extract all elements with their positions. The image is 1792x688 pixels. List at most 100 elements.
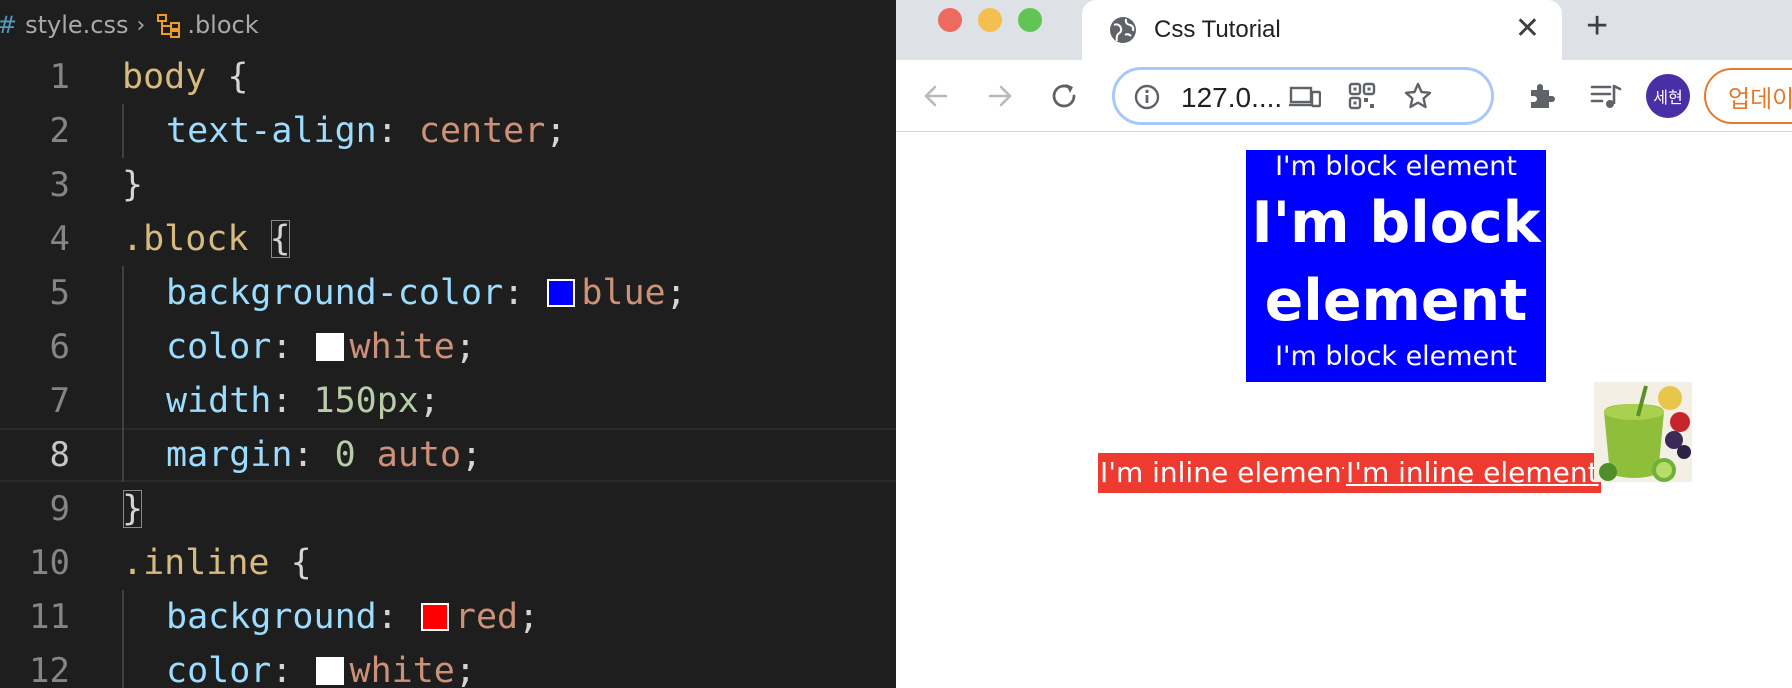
line-content[interactable]: .block { — [122, 219, 291, 259]
line-content[interactable]: text-align: center; — [122, 104, 566, 158]
line-content[interactable]: width: 150px; — [122, 374, 440, 428]
css-file-icon: # — [0, 11, 17, 39]
color-swatch[interactable] — [547, 279, 576, 307]
extensions-puzzle-icon[interactable] — [1524, 78, 1560, 114]
line-content[interactable]: background-color: blue; — [122, 266, 687, 320]
info-icon[interactable] — [1133, 83, 1161, 111]
bookmark-star-icon[interactable] — [1403, 81, 1433, 111]
code-line[interactable]: 12 color: white; — [0, 644, 896, 688]
code-line[interactable]: 10 .inline { — [0, 536, 896, 590]
color-swatch[interactable] — [315, 333, 344, 361]
code-token-prop: text-align — [166, 111, 377, 151]
code-token-punc: : — [503, 273, 546, 313]
code-token-val: red — [454, 597, 519, 637]
line-content[interactable]: background: red; — [122, 590, 539, 644]
color-swatch[interactable] — [315, 657, 344, 685]
minimize-window-button[interactable] — [978, 8, 1002, 32]
code-token-punc: : — [376, 597, 419, 637]
url-text[interactable]: 127.0.... — [1181, 82, 1282, 114]
code-token-bracket: { — [269, 219, 291, 259]
line-content[interactable]: } — [122, 165, 143, 205]
code-lines[interactable]: 1 body {2 text-align: center; 3} 4 .block {5 b… — [0, 50, 896, 688]
line-content[interactable]: .inline { — [122, 543, 312, 583]
breadcrumb-symbol[interactable]: .block — [187, 11, 258, 39]
symbol-class-icon — [157, 14, 181, 38]
code-token-bracket: } — [122, 489, 144, 529]
code-token-prop: width — [166, 381, 272, 421]
code-token-prop: background-color — [166, 273, 504, 313]
line-number: 5 — [49, 273, 70, 313]
code-token-val: white — [349, 651, 455, 688]
line-content[interactable]: color: white; — [122, 320, 476, 374]
line-number: 3 — [49, 165, 70, 205]
globe-icon — [1110, 17, 1136, 43]
profile-avatar[interactable]: 세현 — [1646, 74, 1690, 118]
line-number: 1 — [49, 57, 70, 97]
address-bar[interactable]: 127.0.... — [1112, 67, 1494, 125]
line-number: 2 — [49, 111, 70, 151]
code-token-punc: : — [271, 381, 314, 421]
line-content[interactable]: body { — [122, 57, 248, 97]
code-line[interactable]: 7 width: 150px; — [0, 374, 896, 428]
code-token-num: 0 — [334, 435, 356, 475]
code-line[interactable]: 1 body { — [0, 50, 896, 104]
code-line[interactable]: 3} — [0, 158, 896, 212]
code-line[interactable]: 4 .block { — [0, 212, 896, 266]
line-number: 8 — [49, 435, 70, 475]
code-token-prop: color — [166, 327, 272, 367]
line-number: 12 — [29, 651, 70, 688]
update-button[interactable]: 업데이 — [1704, 68, 1792, 124]
close-tab-icon[interactable]: ✕ — [1515, 12, 1540, 46]
code-token-punc — [248, 219, 269, 259]
line-number: 7 — [49, 381, 70, 421]
qr-code-icon[interactable] — [1347, 81, 1377, 111]
cast-devices-icon[interactable] — [1289, 83, 1321, 111]
indent-guide — [122, 590, 166, 644]
code-token-sel: .inline — [122, 543, 270, 583]
code-token-punc: ; — [545, 111, 567, 151]
code-token-punc: { — [206, 57, 249, 97]
code-token-punc: } — [122, 165, 144, 205]
breadcrumb: # style.css › .block — [0, 0, 896, 50]
color-swatch[interactable] — [420, 603, 449, 631]
indent-guide — [122, 266, 166, 320]
media-queue-icon[interactable] — [1588, 78, 1624, 114]
line-content[interactable]: } — [122, 489, 143, 529]
code-token-punc: ; — [665, 273, 687, 313]
code-token-punc: : — [292, 435, 335, 475]
code-token-prop: margin — [166, 435, 293, 475]
tab-css-tutorial[interactable]: Css Tutorial ✕ — [1082, 0, 1562, 60]
code-token-punc: ; — [461, 435, 483, 475]
new-tab-button[interactable]: + — [1586, 6, 1608, 46]
code-line[interactable]: 5 background-color: blue; — [0, 266, 896, 320]
indent-guide — [122, 320, 166, 374]
code-line[interactable]: 9} — [0, 482, 896, 536]
reload-icon[interactable] — [1046, 78, 1082, 114]
line-number: 6 — [49, 327, 70, 367]
line-content[interactable]: color: white; — [122, 644, 476, 688]
code-line[interactable]: 2 text-align: center; — [0, 104, 896, 158]
maximize-window-button[interactable] — [1018, 8, 1042, 32]
page-viewport: I'm block element I'm block element I'm … — [896, 133, 1792, 688]
block-text-small-top: I'm block element — [1275, 151, 1517, 182]
back-arrow-icon[interactable] — [918, 78, 954, 114]
block-element: I'm block element I'm block element I'm … — [1246, 150, 1546, 382]
tab-title: Css Tutorial — [1154, 16, 1281, 43]
line-number: 10 — [29, 543, 70, 583]
code-token-val: white — [349, 327, 455, 367]
breadcrumb-file[interactable]: style.css — [25, 11, 128, 39]
code-line[interactable]: 6 color: white; — [0, 320, 896, 374]
tab-strip: Css Tutorial ✕ + — [896, 0, 1792, 60]
code-line[interactable]: 8 margin: 0 auto; — [0, 428, 896, 482]
inline-link-element[interactable]: I'm inline element — [1344, 453, 1601, 493]
code-token-punc — [356, 435, 377, 475]
code-line[interactable]: 11 background: red; — [0, 590, 896, 644]
block-text-small-bottom: I'm block element — [1275, 341, 1517, 372]
forward-arrow-icon[interactable] — [982, 78, 1018, 114]
close-window-button[interactable] — [938, 8, 962, 32]
code-editor[interactable]: # style.css › .block 1 body { 2 text-align:… — [0, 0, 896, 688]
line-content[interactable]: margin: 0 auto; — [122, 428, 482, 482]
chevron-right-icon: › — [136, 12, 146, 38]
code-token-punc: : — [376, 111, 419, 151]
line-number: 11 — [29, 597, 70, 637]
